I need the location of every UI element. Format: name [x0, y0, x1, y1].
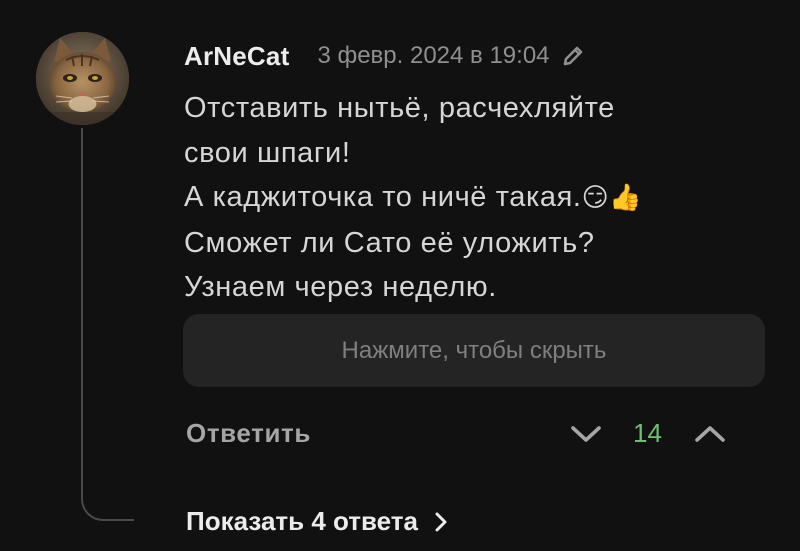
thumbs-up-emoji: 👍 [609, 183, 643, 213]
vote-score: 14 [633, 418, 662, 448]
comment-text: Отставить нытьё, расчехляйте свои шпаги!… [184, 86, 764, 310]
cat-avatar-image [36, 32, 129, 125]
spoiler-label: Нажмите, чтобы скрыть [341, 336, 607, 364]
show-replies-button[interactable]: Показать 4 ответа [186, 506, 450, 537]
pencil-icon[interactable] [560, 43, 586, 69]
chevron-up-icon[interactable] [692, 420, 728, 448]
chevron-right-icon [432, 509, 450, 535]
avatar[interactable] [36, 32, 129, 125]
reply-button[interactable]: Ответить [186, 418, 311, 449]
comment-line: свои шпаги! [184, 136, 351, 169]
hide-spoiler-button[interactable]: Нажмите, чтобы скрыть [183, 314, 765, 387]
author-name[interactable]: ArNeCat [184, 41, 289, 72]
comment-line: А каджиточка то ничё такая.😏👍 [184, 175, 764, 221]
smirk-emoji: 😏 [581, 183, 610, 213]
comment-date: 3 февр. 2024 в 19:04 [317, 42, 550, 69]
comment-meta: ArNeCat 3 февр. 2024 в 19:04 [184, 40, 586, 72]
comment-line: Узнаем через неделю. [184, 271, 497, 303]
comment-line: Сможет ли Сато её уложить? [184, 226, 595, 259]
thread-line [81, 128, 134, 521]
chevron-down-icon[interactable] [568, 420, 604, 448]
show-replies-label: Показать 4 ответа [186, 506, 418, 536]
comment-line: Отставить нытьё, расчехляйте [184, 92, 615, 124]
comment-line-text: А каджиточка то ничё такая. [184, 181, 582, 213]
